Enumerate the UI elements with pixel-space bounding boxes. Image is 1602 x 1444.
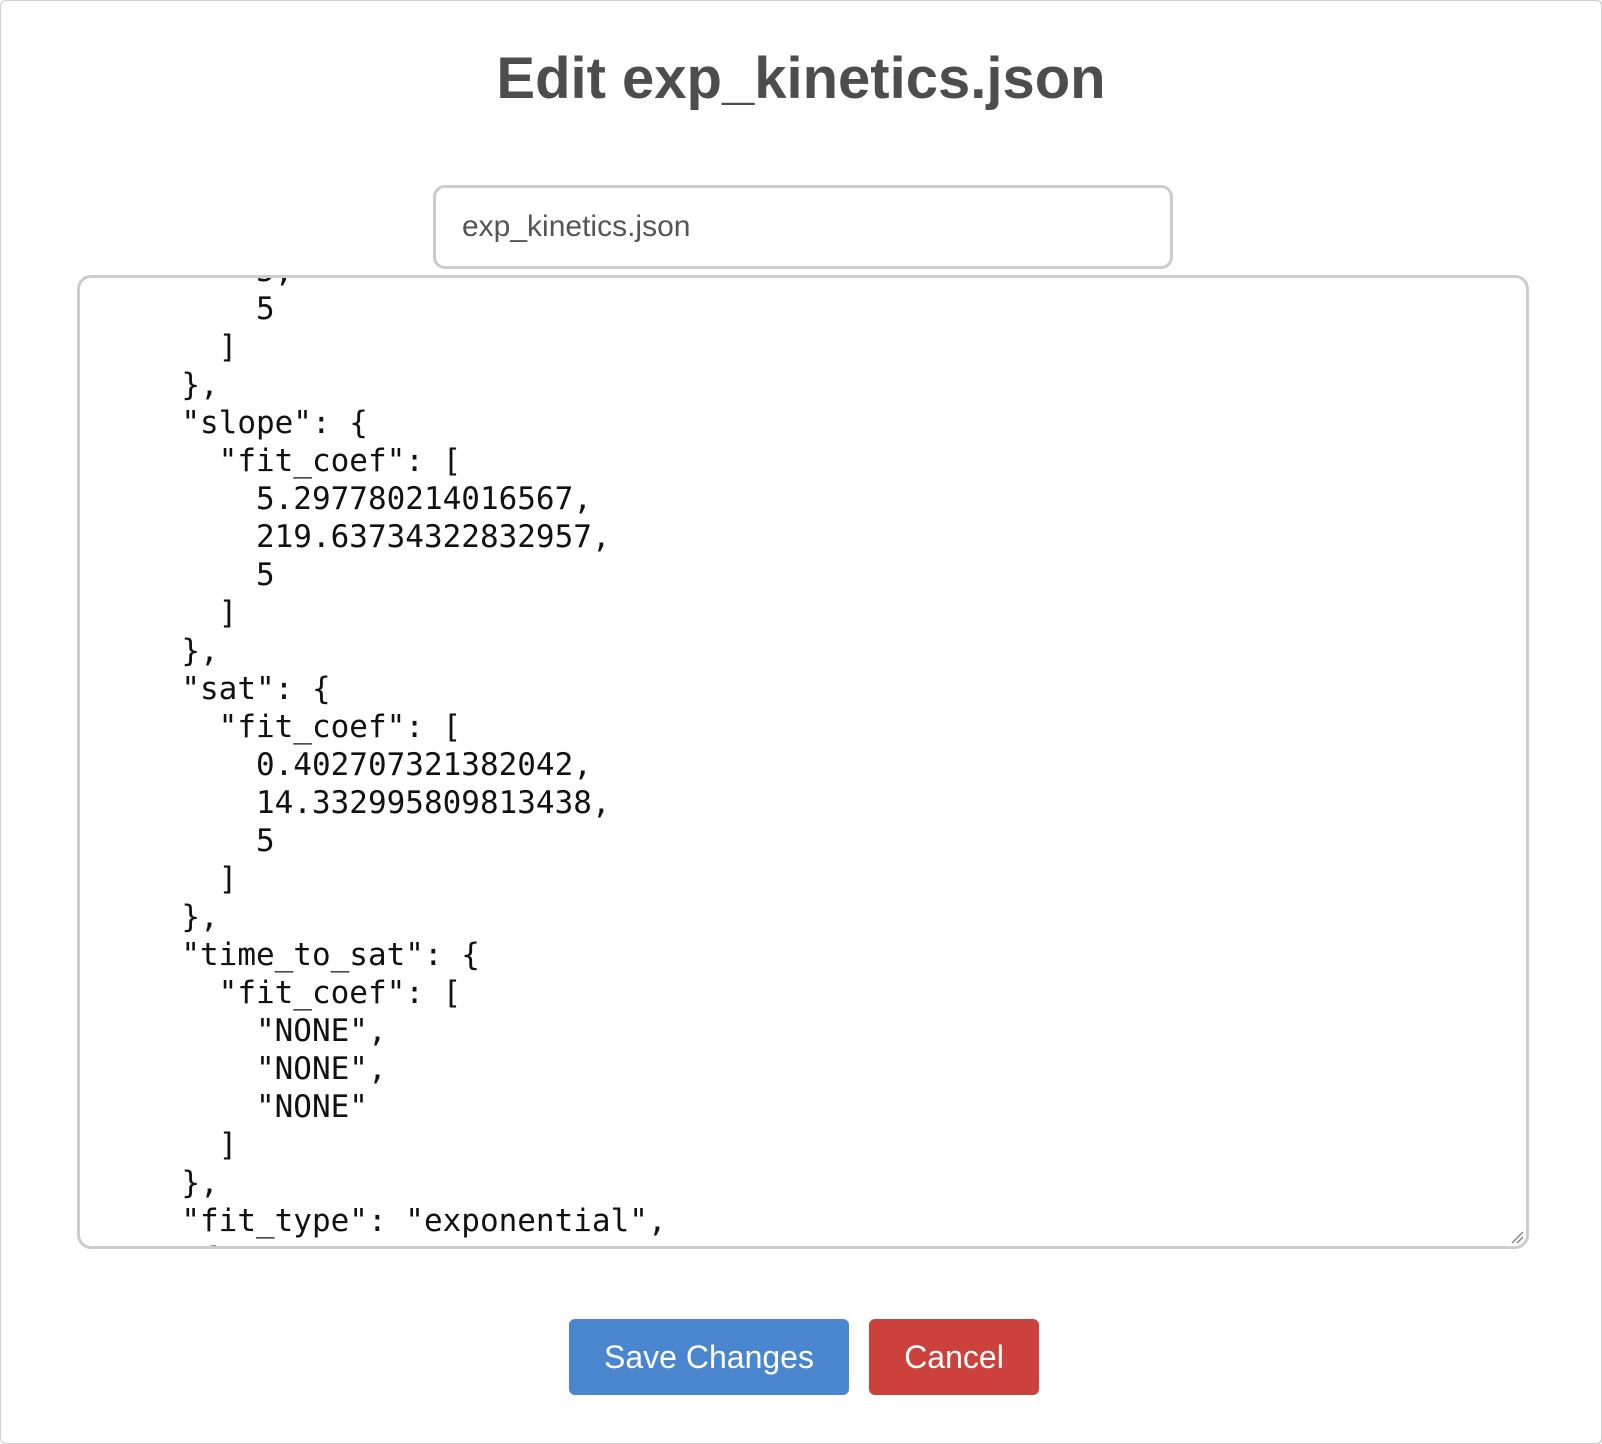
json-editor-text[interactable]: 5, 5 ] }, "slope": { "fit_coef": [ 5.297…: [144, 278, 666, 1246]
save-changes-button[interactable]: Save Changes: [569, 1319, 849, 1395]
filename-input[interactable]: [433, 185, 1173, 269]
dialog-title: Edit exp_kinetics.json: [496, 46, 1106, 111]
edit-file-dialog: Edit exp_kinetics.json 5, 5 ] }, "slope"…: [0, 0, 1602, 1444]
cancel-button[interactable]: Cancel: [869, 1319, 1039, 1395]
json-content-editor[interactable]: 5, 5 ] }, "slope": { "fit_coef": [ 5.297…: [77, 275, 1529, 1249]
resize-handle-icon[interactable]: [1508, 1228, 1524, 1244]
